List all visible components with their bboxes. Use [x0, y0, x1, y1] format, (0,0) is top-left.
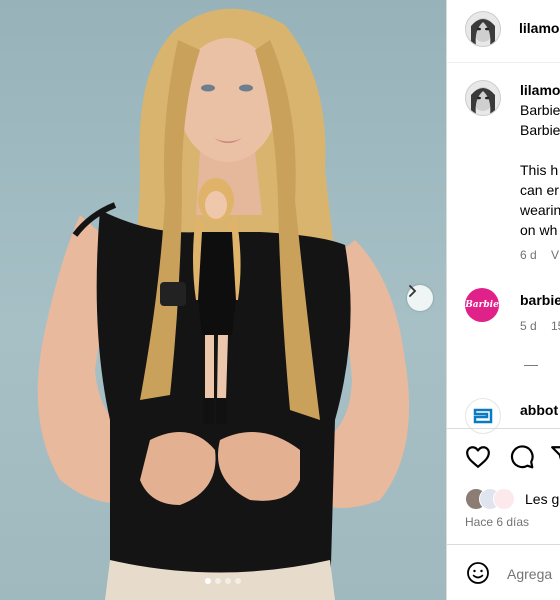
comment-time[interactable]: 5 d [520, 319, 537, 333]
comment-button[interactable] [508, 443, 536, 471]
share-icon [551, 446, 560, 460]
likes-text[interactable]: Les g [525, 491, 559, 507]
abbott-logo-icon [473, 408, 493, 424]
caption-line: Barbie [520, 102, 560, 118]
next-slide-button[interactable] [407, 285, 433, 311]
share-button[interactable] [549, 443, 560, 471]
post-photo[interactable] [0, 0, 446, 600]
comment-username[interactable]: abbot [520, 402, 558, 418]
carousel-dot [235, 578, 241, 584]
liker-avatar [493, 488, 515, 510]
barbie-avatar[interactable]: Barbie [465, 288, 499, 322]
liked-by-avatars[interactable] [465, 488, 515, 510]
comment-username[interactable]: barbie [520, 292, 560, 308]
post-date[interactable]: Hace 6 días [465, 515, 529, 529]
caption-avatar[interactable] [465, 80, 501, 116]
caption-line: can er [520, 182, 559, 198]
caption-time[interactable]: 6 d [520, 248, 537, 262]
chevron-right-icon [409, 285, 417, 297]
post-details-panel: lilamo lilamo Barbie Barbie This h can e… [446, 0, 560, 600]
actions-divider [447, 428, 560, 429]
carousel-indicator [0, 578, 446, 584]
carousel-dot [215, 578, 221, 584]
barbie-logo: Barbie [465, 300, 499, 310]
caption-line: This h [520, 162, 559, 178]
header-divider [447, 62, 560, 63]
comment-icon [510, 445, 534, 469]
caption-line: Barbie [520, 122, 560, 138]
photo-illustration [37, 8, 410, 600]
view-replies-line[interactable]: — [524, 356, 538, 372]
comment-likes[interactable]: 15 [551, 319, 560, 333]
emoji-icon [467, 562, 489, 584]
emoji-button[interactable] [465, 560, 491, 586]
avatar-photo [466, 12, 500, 46]
avatar-photo [466, 81, 500, 115]
caption-see-translation[interactable]: V [551, 248, 559, 262]
header-username[interactable]: lilamo [519, 20, 559, 36]
author-avatar[interactable] [465, 11, 501, 47]
heart-icon [466, 446, 490, 468]
carousel-dot [205, 578, 211, 584]
caption-line: on wh [520, 222, 558, 238]
comment-box-divider [447, 544, 560, 545]
carousel-dot [225, 578, 231, 584]
caption-line: wearin [520, 202, 560, 218]
comment-input[interactable] [507, 564, 560, 584]
caption-username[interactable]: lilamo [520, 82, 560, 98]
like-button[interactable] [464, 443, 492, 471]
